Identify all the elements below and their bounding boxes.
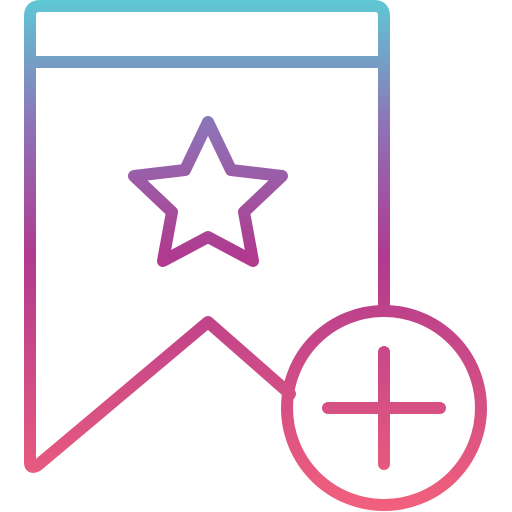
star-icon (128, 116, 288, 267)
add-bookmark-svg (24, 0, 487, 511)
add-bookmark-icon (0, 0, 512, 512)
